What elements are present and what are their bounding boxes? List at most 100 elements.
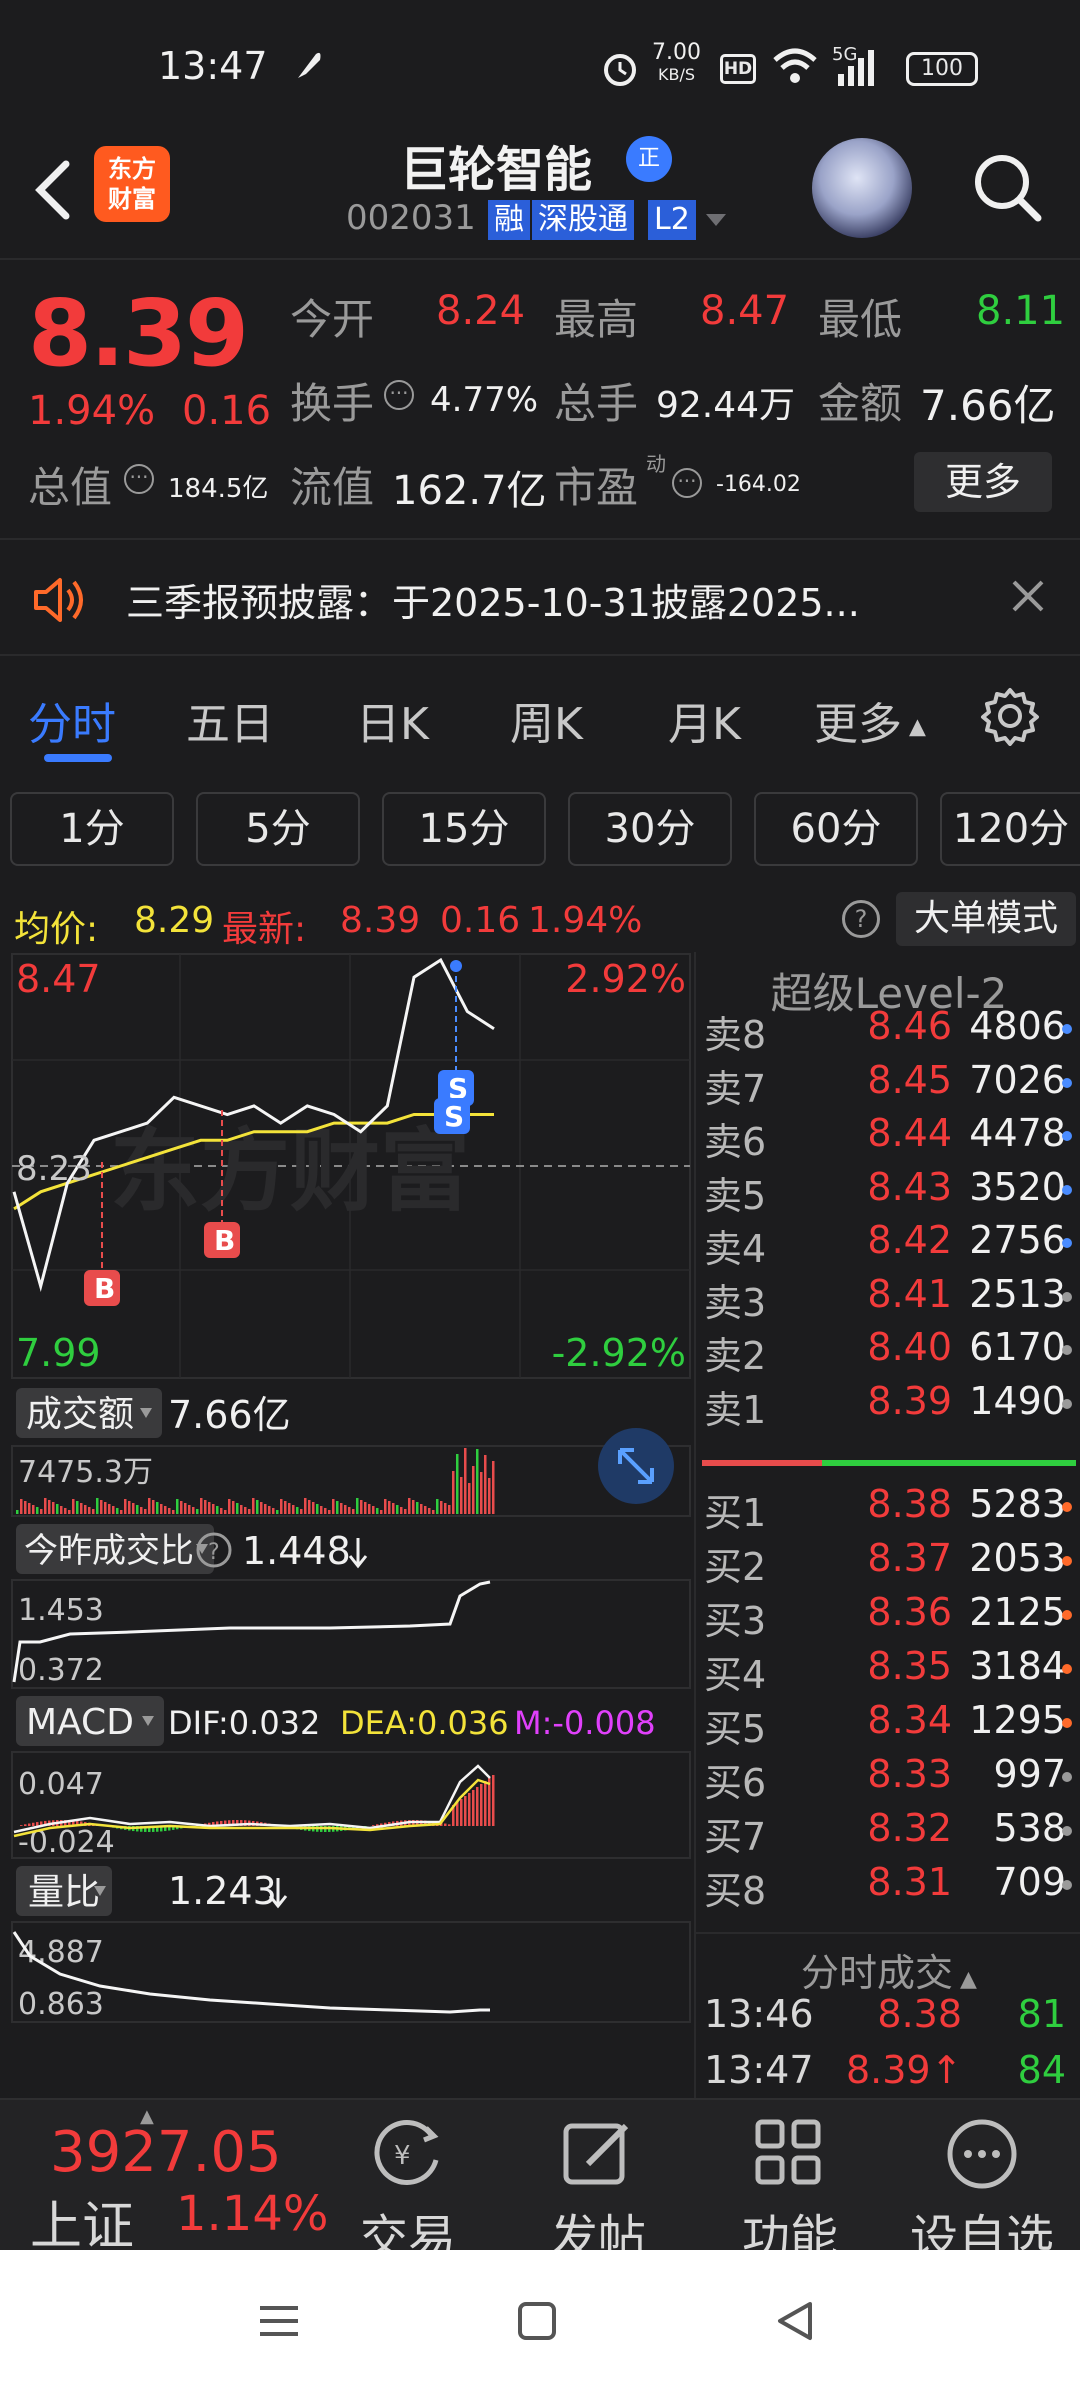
period-1min[interactable]: 1分 — [10, 792, 174, 866]
tab-more[interactable]: 更多 ▲ — [814, 688, 926, 752]
macd-bar — [480, 1784, 483, 1826]
tab-intraday[interactable]: 分时 — [28, 688, 116, 752]
level-volume: 997 — [993, 1752, 1066, 1796]
level-volume: 7026 — [969, 1057, 1066, 1102]
sell-level-row[interactable]: 卖5 8.43 3520 — [696, 1165, 1080, 1219]
nav-trade[interactable]: ¥ 交易 — [318, 2110, 498, 2266]
amount-bar — [292, 1505, 295, 1514]
amount-bar — [404, 1509, 407, 1514]
buy-level-row[interactable]: 买7 8.32 538 — [696, 1806, 1080, 1860]
macd-bar — [20, 1825, 23, 1826]
buy-level-row[interactable]: 买1 8.38 5283 — [696, 1482, 1080, 1536]
tab-five-day[interactable]: 五日 — [186, 688, 274, 752]
sell-level-row[interactable]: 卖8 8.46 4806 — [696, 1004, 1080, 1058]
tick-time: 13:46 — [704, 1992, 814, 2036]
period-30min[interactable]: 30分 — [568, 792, 732, 866]
nav-post[interactable]: 发帖 — [508, 2110, 688, 2266]
market-cap-label: 总值 — [28, 463, 113, 512]
amount-bar — [164, 1506, 167, 1514]
buy-level-row[interactable]: 买2 8.37 2053 — [696, 1536, 1080, 1590]
info-icon[interactable]: ··· — [124, 464, 154, 494]
amount-bar — [448, 1505, 451, 1514]
big-order-mode-button[interactable]: 大单模式 — [896, 892, 1076, 946]
intraday-chart-area[interactable]: 东方财富 B B S S 8.47 2.92% 8.23 7.99 -2.92%… — [10, 952, 692, 2100]
info-icon[interactable]: ··· — [384, 380, 414, 410]
home-icon[interactable] — [512, 2296, 562, 2350]
macd-bar — [492, 1775, 495, 1826]
amount-bar — [368, 1504, 371, 1514]
nav-add-watchlist[interactable]: 设自选 — [892, 2110, 1072, 2266]
index-ticker[interactable]: ▲ 3927.05 上证 1.14% — [0, 2100, 330, 2257]
amount-bar — [20, 1499, 23, 1514]
amount-bar — [216, 1506, 219, 1514]
buy-level-row[interactable]: 买6 8.33 997 — [696, 1752, 1080, 1806]
back-button[interactable] — [26, 150, 86, 230]
back-nav-icon[interactable] — [770, 2296, 820, 2350]
period-60min[interactable]: 60分 — [754, 792, 918, 866]
amount-bar — [196, 1509, 199, 1514]
period-120min[interactable]: 120分 — [940, 792, 1080, 866]
code-dropdown-icon[interactable] — [704, 212, 728, 232]
period-15min[interactable]: 15分 — [382, 792, 546, 866]
tag-shenzhen-connect: 深股通 — [532, 200, 634, 240]
level-dot — [1062, 1664, 1072, 1674]
sell-level-row[interactable]: 卖7 8.45 7026 — [696, 1058, 1080, 1112]
amount-bar — [84, 1505, 87, 1514]
amount-bar — [232, 1501, 235, 1514]
level-volume: 3520 — [969, 1164, 1066, 1209]
nav-functions[interactable]: 功能 — [700, 2110, 880, 2266]
sell-level-row[interactable]: 卖4 8.42 2756 — [696, 1218, 1080, 1272]
sell-marker-label: S — [444, 1100, 464, 1133]
level-label: 卖7 — [704, 1066, 767, 1111]
status-time: 13:47 — [158, 44, 268, 88]
amount-bar — [168, 1508, 171, 1514]
buy-level-row[interactable]: 买4 8.35 3184 — [696, 1644, 1080, 1698]
sell-level-row[interactable]: 卖3 8.41 2513 — [696, 1272, 1080, 1326]
level-dot — [1062, 1238, 1072, 1248]
period-5min[interactable]: 5分 — [196, 792, 360, 866]
recent-apps-icon[interactable] — [254, 2296, 304, 2350]
volume-ratio-frame — [11, 1921, 691, 2023]
assistant-robot-avatar[interactable] — [812, 138, 912, 238]
close-icon[interactable] — [1008, 576, 1048, 620]
level-volume: 6170 — [969, 1325, 1066, 1369]
sell-level-row[interactable]: 卖6 8.44 4478 — [696, 1111, 1080, 1165]
amount-bar — [324, 1508, 327, 1514]
info-icon[interactable]: ··· — [672, 468, 702, 498]
chart-high-pct: 2.92% — [565, 957, 686, 1001]
intraday-chart: 东方财富 B B S S 8.47 2.92% 8.23 7.99 -2.92%… — [11, 953, 691, 2023]
level-price: 8.44 — [867, 1111, 952, 1155]
buy-level-row[interactable]: 买3 8.36 2125 — [696, 1590, 1080, 1644]
level-label: 买6 — [704, 1761, 767, 1805]
level-dot — [1062, 1024, 1072, 1034]
level-price: 8.34 — [867, 1698, 952, 1742]
level-label: 卖8 — [704, 1013, 767, 1057]
active-tab-indicator — [44, 754, 112, 762]
buy-level-row[interactable]: 买5 8.34 1295 — [696, 1698, 1080, 1752]
help-icon[interactable]: ? — [842, 900, 880, 938]
chart-high-price: 8.47 — [16, 957, 101, 1001]
tab-monthly-k[interactable]: 月K — [668, 688, 741, 752]
amount-bar — [120, 1510, 123, 1514]
sell-level-row[interactable]: 卖1 8.39 1490 — [696, 1379, 1080, 1433]
macd-m: M:-0.008 — [514, 1704, 656, 1742]
amount-bar — [384, 1499, 387, 1514]
search-button[interactable] — [968, 148, 1048, 228]
amount-bar — [304, 1498, 307, 1514]
more-quote-button[interactable]: 更多 — [914, 452, 1052, 512]
macd-bar — [448, 1824, 451, 1826]
amount-panel-value: 7.66亿 — [168, 1393, 291, 1437]
amount-bar — [372, 1506, 375, 1514]
amount-bar — [412, 1500, 415, 1514]
buy-level-row[interactable]: 买8 8.31 709 — [696, 1860, 1080, 1914]
settings-gear-icon[interactable] — [980, 686, 1040, 750]
amount-bar — [240, 1505, 243, 1514]
notice-bar[interactable]: 三季报预披露：于2025-10-31披露2025... — [0, 542, 1080, 656]
tab-weekly-k[interactable]: 周K — [510, 688, 583, 752]
sell-level-row[interactable]: 卖2 8.40 6170 — [696, 1325, 1080, 1379]
amount-bar — [112, 1506, 115, 1514]
amount-bar — [396, 1505, 399, 1514]
ticks-title[interactable]: 分时成交 ▲ — [696, 1942, 1080, 1997]
tab-daily-k[interactable]: 日K — [356, 688, 429, 752]
certified-badge: 正 — [626, 136, 672, 182]
